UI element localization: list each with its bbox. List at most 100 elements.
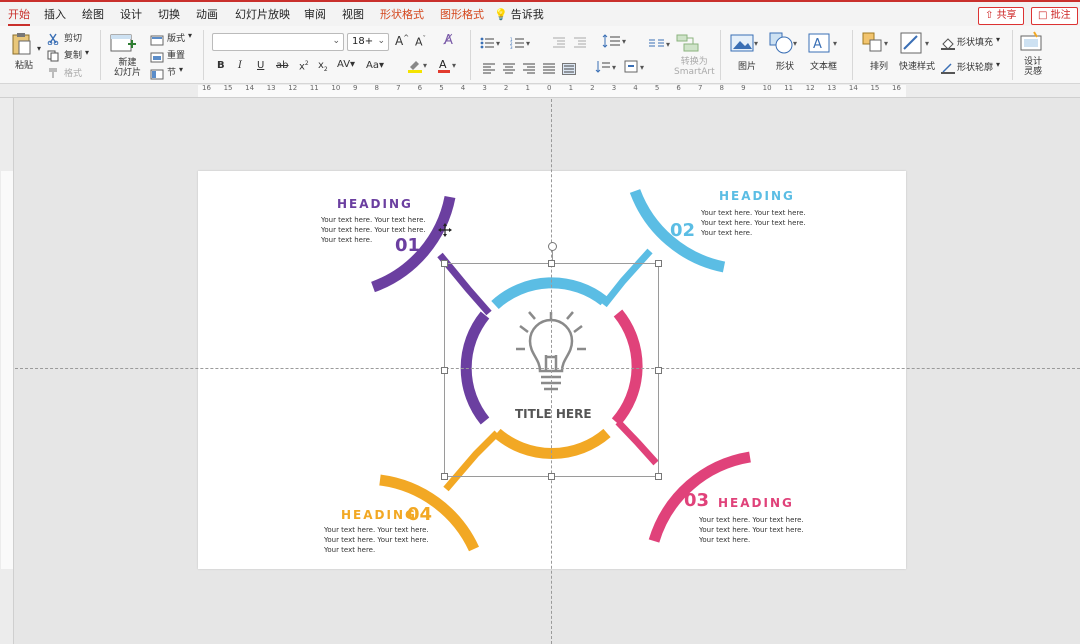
tab-review[interactable]: 审阅 <box>304 6 326 22</box>
resize-handle-nw[interactable] <box>441 260 448 267</box>
tab-graphic-format[interactable]: 图形格式 <box>440 6 484 22</box>
superscript-icon[interactable]: x2 <box>299 60 309 72</box>
ruler-mark: 14 <box>245 84 255 92</box>
font-name-input[interactable]: ⌄ <box>212 33 344 51</box>
resize-handle-n[interactable] <box>548 260 555 267</box>
layout-dropdown-icon[interactable]: ▾ <box>188 31 192 40</box>
tab-draw[interactable]: 绘图 <box>82 6 104 22</box>
align-text-icon[interactable]: ▾ <box>624 59 650 78</box>
section-icon[interactable] <box>150 65 164 84</box>
picture-icon[interactable]: ▾ <box>730 33 760 57</box>
numbering-icon[interactable]: 1 2 3 ▾ <box>510 34 534 53</box>
align-center-icon[interactable] <box>502 60 516 79</box>
layout-button[interactable]: 版式 <box>167 31 185 44</box>
decrease-indent-icon[interactable] <box>552 34 566 53</box>
subscript-icon[interactable]: x2 <box>318 60 328 73</box>
arrange-icon[interactable]: ▾ <box>862 32 892 58</box>
reset-button[interactable]: 重置 <box>167 48 185 61</box>
tab-slideshow[interactable]: 幻灯片放映 <box>235 6 290 22</box>
resize-handle-s[interactable] <box>548 473 555 480</box>
increase-indent-icon[interactable] <box>573 34 587 53</box>
copy-dropdown-icon[interactable]: ▾ <box>85 48 89 57</box>
resize-handle-w[interactable] <box>441 367 448 374</box>
heading-04[interactable]: HEADING <box>341 508 417 522</box>
ruler-mark: 15 <box>870 84 880 92</box>
body-text-02[interactable]: Your text here. Your text here. Your text… <box>701 208 821 238</box>
convert-smartart-label[interactable]: 转换为 SmartArt <box>674 57 715 77</box>
shape-fill-icon[interactable] <box>941 35 955 54</box>
horizontal-ruler[interactable]: 16 15 14 13 12 11 10 9 8 7 6 5 4 3 2 1 0 1 2 3 4 5 6 7 8 9 10 11 12 1… <box>0 84 1080 98</box>
body-text-04[interactable]: Your text here. Your text here. Your text… <box>324 525 444 555</box>
number-02[interactable]: 02 <box>670 220 695 241</box>
resize-handle-ne[interactable] <box>655 260 662 267</box>
shape-outline-icon[interactable] <box>941 59 955 78</box>
line-spacing-icon[interactable]: ▾ <box>602 33 630 52</box>
comment-button[interactable]: □ 批注 <box>1031 7 1078 25</box>
paste-dropdown-icon[interactable]: ▾ <box>37 44 41 53</box>
tab-insert[interactable]: 插入 <box>44 6 66 22</box>
new-slide-icon[interactable] <box>110 32 136 58</box>
grow-font-icon[interactable]: A^ <box>395 34 409 48</box>
rotate-handle-icon[interactable] <box>548 242 557 251</box>
align-left-icon[interactable] <box>482 60 496 79</box>
body-text-01[interactable]: Your text here. Your text here. Your text… <box>321 215 441 245</box>
shrink-font-icon[interactable]: Aˇ <box>415 35 426 49</box>
distributed-icon[interactable] <box>562 60 576 79</box>
quick-styles-icon[interactable]: ▾ <box>900 32 934 58</box>
character-spacing-icon[interactable]: AV▾ <box>337 59 355 70</box>
columns-icon[interactable]: ▾ <box>648 35 672 54</box>
heading-01[interactable]: HEADING <box>337 197 413 211</box>
section-dropdown-icon[interactable]: ▾ <box>179 65 183 74</box>
justify-icon[interactable] <box>542 60 556 79</box>
font-size-input[interactable]: 18+ ⌄ <box>347 33 389 51</box>
heading-02[interactable]: HEADING <box>719 189 795 203</box>
svg-text:▾: ▾ <box>526 39 530 48</box>
design-ideas-icon[interactable] <box>1020 31 1044 57</box>
tab-home[interactable]: 开始 <box>8 6 30 26</box>
tab-shape-format[interactable]: 形状格式 <box>380 6 424 22</box>
tab-animations[interactable]: 动画 <box>196 6 218 22</box>
font-color-icon[interactable]: A ▾ <box>437 58 459 78</box>
change-case-icon[interactable]: Aa▾ <box>366 60 384 71</box>
italic-icon[interactable]: I <box>238 60 242 71</box>
smartart-icon[interactable] <box>676 33 702 57</box>
textbox-icon[interactable]: A ▾ <box>808 33 840 57</box>
body-text-03[interactable]: Your text here. Your text here. Your text… <box>699 515 819 545</box>
ruler-mark: 8 <box>374 84 379 92</box>
align-right-icon[interactable] <box>522 60 536 79</box>
cut-button[interactable]: 剪切 <box>64 31 82 44</box>
copy-button[interactable]: 复制 <box>64 48 82 61</box>
tab-transitions[interactable]: 切换 <box>158 6 180 22</box>
selection-box[interactable] <box>441 242 662 480</box>
shape-outline-dropdown-icon[interactable]: ▾ <box>996 60 1000 69</box>
vertical-ruler[interactable] <box>0 98 14 644</box>
shape-outline-button[interactable]: 形状轮廓 <box>957 60 993 73</box>
clear-formatting-icon[interactable]: A̸ <box>444 33 453 48</box>
shape-fill-button[interactable]: 形状填充 <box>957 35 993 48</box>
section-button[interactable]: 节 <box>167 65 176 78</box>
paste-icon[interactable] <box>10 32 32 56</box>
heading-03[interactable]: HEADING <box>718 496 794 510</box>
bullets-icon[interactable]: ▾ <box>480 34 504 53</box>
share-button[interactable]: ⇧ 共享 <box>978 7 1024 25</box>
format-painter-button[interactable]: 格式 <box>64 66 82 79</box>
shape-label: 形状 <box>776 62 795 72</box>
shape-icon[interactable]: ▾ <box>769 32 799 58</box>
underline-icon[interactable]: U <box>257 60 264 71</box>
resize-handle-se[interactable] <box>655 473 662 480</box>
strikethrough-icon[interactable]: ab <box>276 60 288 71</box>
tab-tell-me[interactable]: 💡 告诉我 <box>494 6 544 22</box>
text-direction-icon[interactable]: ▾ <box>594 59 620 78</box>
format-painter-icon[interactable] <box>47 64 59 83</box>
resize-handle-e[interactable] <box>655 367 662 374</box>
number-03[interactable]: 03 <box>684 490 709 511</box>
tab-design[interactable]: 设计 <box>120 6 142 22</box>
highlight-color-icon[interactable]: ▾ <box>407 58 429 78</box>
number-01[interactable]: 01 <box>395 235 420 256</box>
resize-handle-sw[interactable] <box>441 473 448 480</box>
bold-icon[interactable]: B <box>217 60 225 71</box>
tab-view[interactable]: 视图 <box>342 6 364 22</box>
shape-fill-dropdown-icon[interactable]: ▾ <box>996 35 1000 44</box>
number-04[interactable]: 04 <box>407 504 432 525</box>
ruler-mark: 10 <box>762 84 772 92</box>
